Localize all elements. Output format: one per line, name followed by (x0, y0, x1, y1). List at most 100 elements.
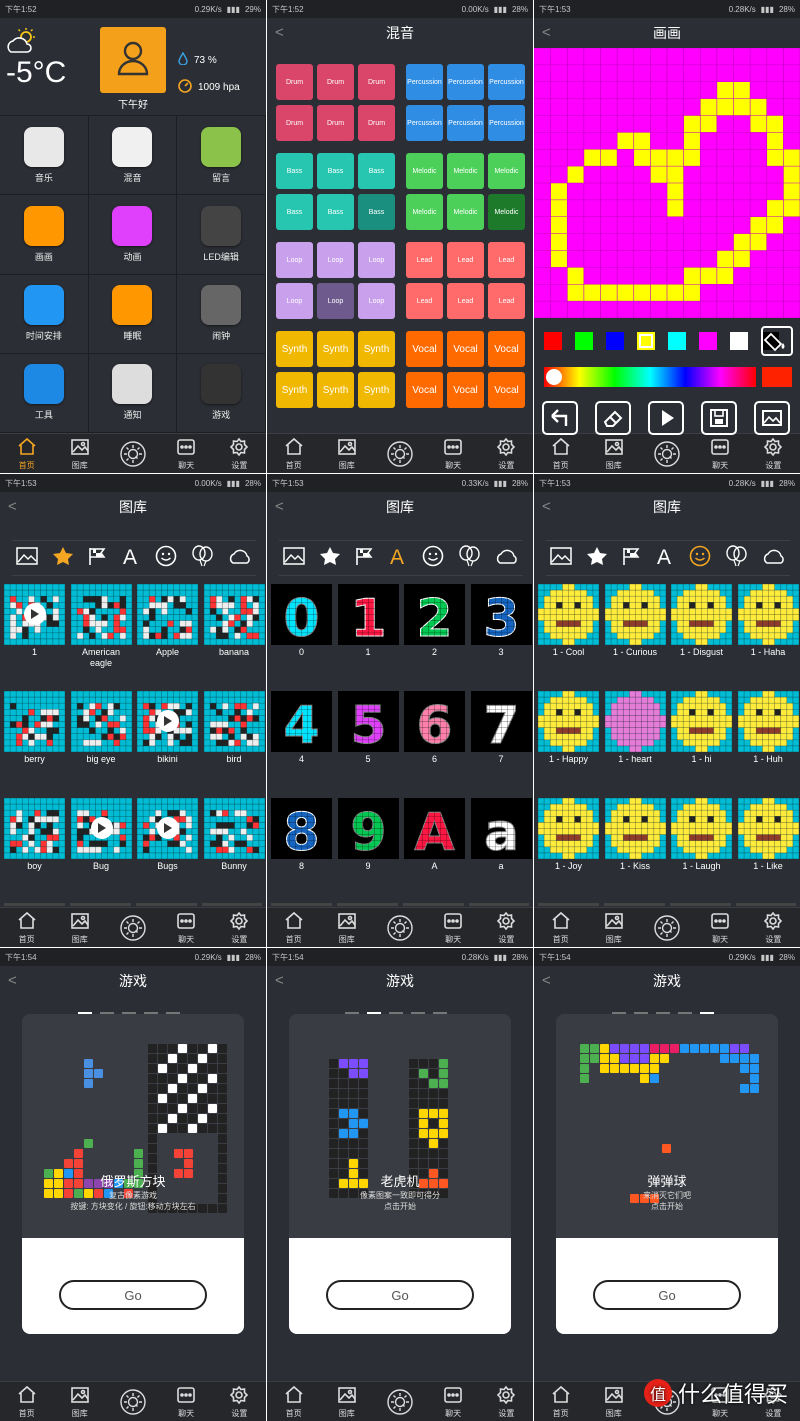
nav-home[interactable]: 首页 (537, 1385, 585, 1419)
sound-pad[interactable]: Vocal (406, 331, 443, 367)
go-button[interactable]: Go (59, 1280, 207, 1310)
back-icon[interactable]: < (275, 24, 284, 41)
gallery-item[interactable]: 66 (404, 691, 465, 787)
sound-pad[interactable]: Drum (317, 64, 354, 100)
sound-pad[interactable]: Lead (406, 283, 443, 319)
app-tile[interactable]: 游戏 (177, 353, 266, 433)
gallery-item[interactable]: Bunny (203, 798, 265, 894)
gallery-item[interactable]: American eagle (70, 584, 132, 680)
nav-home[interactable]: 首页 (537, 911, 585, 945)
sound-pad[interactable]: Loop (358, 242, 395, 278)
sound-pad[interactable]: Percussion (488, 64, 525, 100)
category-image-icon[interactable] (550, 546, 572, 570)
gallery-item[interactable]: 00 (271, 584, 332, 680)
nav-home[interactable]: 首页 (270, 437, 318, 471)
color-swatch[interactable] (606, 332, 624, 350)
gallery-item[interactable]: 55 (337, 691, 399, 787)
sound-pad[interactable]: Percussion (488, 105, 525, 141)
nav-gallery[interactable]: 图库 (590, 437, 638, 471)
nav-chat[interactable]: 聊天 (696, 911, 744, 945)
back-icon[interactable]: < (8, 498, 17, 515)
gallery-item[interactable]: 33 (470, 584, 532, 680)
category-flag-icon[interactable] (87, 546, 107, 571)
sound-pad[interactable]: Loop (358, 283, 395, 319)
category-cloud-icon[interactable] (495, 547, 519, 570)
back-icon[interactable]: < (8, 972, 17, 989)
nav-home[interactable]: 首页 (270, 1385, 318, 1419)
go-button[interactable]: Go (593, 1280, 741, 1310)
avatar[interactable] (100, 27, 166, 93)
sound-pad[interactable]: Loop (317, 283, 354, 319)
gallery-item[interactable]: 1 - Disgust (671, 584, 732, 680)
category-balloon-icon[interactable] (190, 544, 214, 572)
nav-control[interactable] (376, 914, 424, 941)
app-tile[interactable]: 留言 (177, 116, 266, 196)
category-image-icon[interactable] (16, 546, 38, 570)
gallery-item[interactable]: 1 - Huh (737, 691, 799, 787)
nav-settings[interactable]: 设置 (749, 437, 797, 471)
gallery-item[interactable]: 88 (271, 798, 332, 894)
gallery-item[interactable]: Bugs (137, 798, 198, 894)
gallery-item[interactable]: berry (4, 691, 65, 787)
sound-pad[interactable]: Vocal (488, 372, 525, 408)
play-button[interactable] (648, 401, 684, 435)
gallery-item[interactable]: 1 - Joy (538, 798, 599, 894)
eraser-button[interactable] (595, 401, 631, 435)
gallery-item[interactable]: Apple (137, 584, 198, 680)
sound-pad[interactable]: Percussion (406, 64, 443, 100)
sound-pad[interactable]: Melodic (406, 153, 443, 189)
gallery-item[interactable]: 1 - Kiss (604, 798, 666, 894)
gallery-item[interactable]: 1 (4, 584, 65, 680)
sound-pad[interactable]: Lead (447, 283, 484, 319)
gallery-item[interactable]: 44 (271, 691, 332, 787)
gallery-item[interactable]: 1 - Laugh (671, 798, 732, 894)
category-star-icon[interactable] (52, 546, 74, 571)
sound-pad[interactable]: Melodic (447, 153, 484, 189)
back-icon[interactable]: < (275, 498, 284, 515)
sound-pad[interactable]: Bass (276, 153, 313, 189)
nav-control[interactable] (109, 440, 157, 467)
sound-pad[interactable]: Bass (317, 194, 354, 230)
app-tile[interactable]: LED编辑 (177, 195, 266, 275)
nav-gallery[interactable]: 图库 (56, 911, 104, 945)
app-tile[interactable]: 音乐 (0, 116, 89, 196)
sound-pad[interactable]: Vocal (447, 331, 484, 367)
sound-pad[interactable]: Synth (276, 372, 313, 408)
sound-pad[interactable]: Lead (488, 242, 525, 278)
sound-pad[interactable]: Synth (276, 331, 313, 367)
gallery-item[interactable]: banana (203, 584, 265, 680)
hue-slider[interactable] (544, 367, 756, 387)
gallery-item[interactable]: AA (404, 798, 465, 894)
sound-pad[interactable]: Synth (358, 331, 395, 367)
back-icon[interactable]: < (542, 24, 551, 41)
nav-control[interactable] (109, 914, 157, 941)
nav-settings[interactable]: 设置 (749, 911, 797, 945)
color-swatch[interactable] (730, 332, 748, 350)
nav-home[interactable]: 首页 (270, 911, 318, 945)
category-cloud-icon[interactable] (228, 547, 252, 570)
sound-pad[interactable]: Drum (276, 105, 313, 141)
category-star-icon[interactable] (586, 546, 608, 571)
back-icon[interactable]: < (275, 972, 284, 989)
sound-pad[interactable]: Drum (276, 64, 313, 100)
nav-control[interactable] (376, 440, 424, 467)
sound-pad[interactable]: Vocal (488, 331, 525, 367)
gallery-item[interactable]: 1 - Like (737, 798, 799, 894)
sound-pad[interactable]: Bass (317, 153, 354, 189)
nav-control[interactable] (376, 1388, 424, 1415)
color-swatch[interactable] (544, 332, 562, 350)
category-smiley-icon[interactable] (422, 545, 444, 572)
nav-gallery[interactable]: 图库 (590, 911, 638, 945)
back-icon[interactable]: < (542, 498, 551, 515)
category-balloon-icon[interactable] (724, 544, 748, 572)
image-button[interactable] (754, 401, 790, 435)
play-icon[interactable] (157, 817, 179, 839)
hue-slider-thumb[interactable] (546, 369, 562, 385)
sound-pad[interactable]: Melodic (447, 194, 484, 230)
go-button[interactable]: Go (326, 1280, 474, 1310)
color-swatch[interactable] (575, 332, 593, 350)
category-flag-icon[interactable] (621, 546, 641, 571)
sound-pad[interactable]: Vocal (447, 372, 484, 408)
sound-pad[interactable]: Melodic (488, 194, 525, 230)
play-icon[interactable] (24, 603, 46, 625)
